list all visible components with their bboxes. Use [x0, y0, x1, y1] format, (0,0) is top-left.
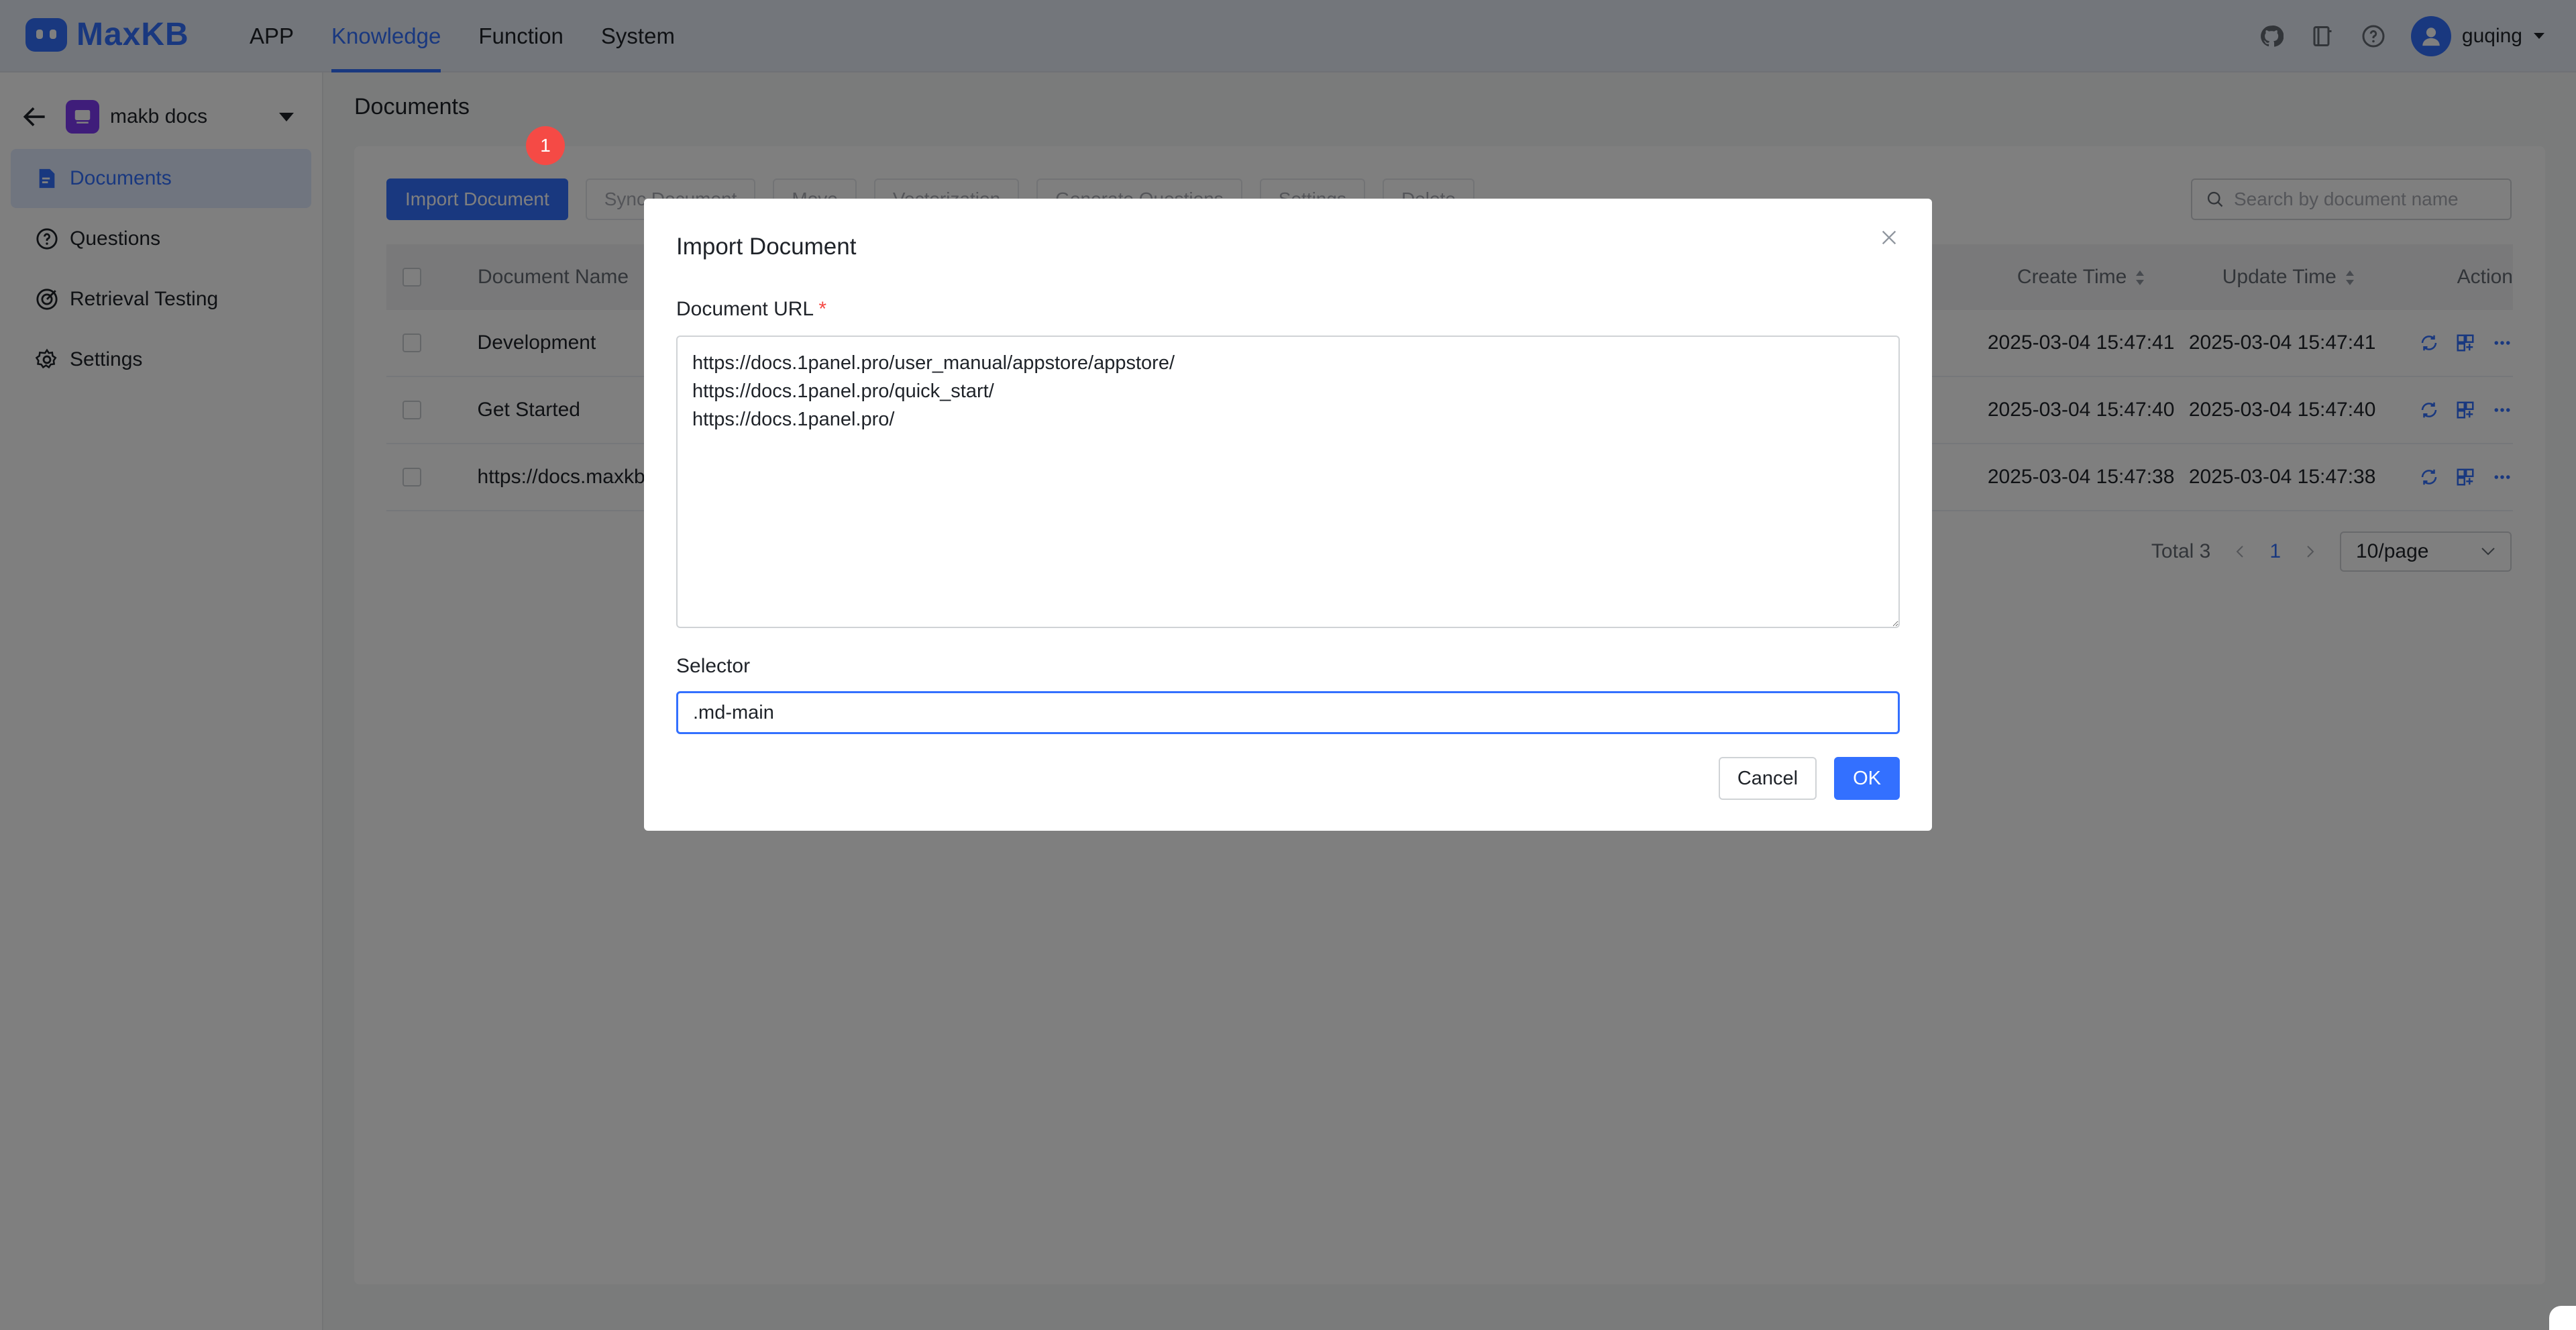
document-url-label-text: Document URL	[676, 298, 813, 320]
close-icon[interactable]	[1876, 224, 1902, 251]
selector-input[interactable]	[676, 691, 1900, 734]
dialog-title: Import Document	[676, 234, 857, 260]
document-url-label: Document URL *	[676, 298, 826, 321]
cancel-button[interactable]: Cancel	[1718, 757, 1817, 800]
corner-widget	[2549, 1306, 2576, 1330]
dialog-buttons: Cancel OK	[1718, 757, 1900, 800]
ok-button[interactable]: OK	[1834, 757, 1900, 800]
import-document-dialog: Import Document Document URL * https://d…	[644, 199, 1932, 831]
document-url-textarea[interactable]: https://docs.1panel.pro/user_manual/apps…	[676, 336, 1900, 628]
required-mark: *	[818, 298, 826, 320]
selector-label: Selector	[676, 655, 751, 677]
step-badge: 1	[526, 126, 565, 165]
